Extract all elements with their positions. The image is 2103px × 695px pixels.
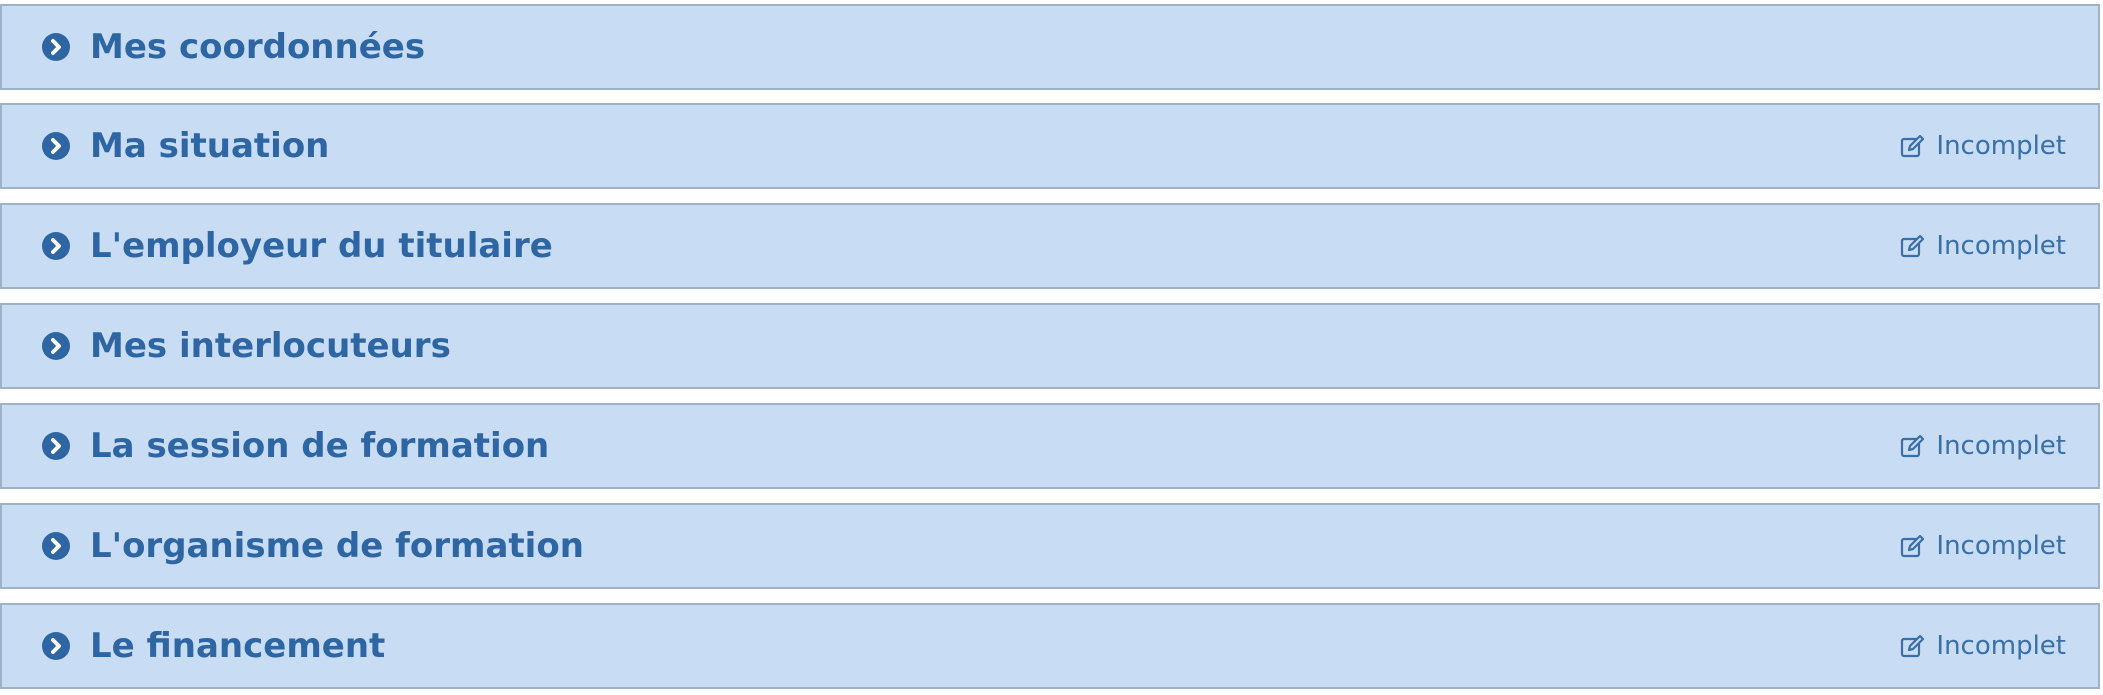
section-title: Ma situation xyxy=(90,126,330,166)
section-ma-situation[interactable]: Ma situation Incomplet xyxy=(0,103,2100,189)
chevron-right-circle-icon xyxy=(42,632,70,660)
chevron-right-circle-icon xyxy=(42,532,70,560)
section-organisme-formation[interactable]: L'organisme de formation Incomplet xyxy=(0,503,2100,589)
status-label: Incomplet xyxy=(1936,231,2066,261)
chevron-right-circle-icon xyxy=(42,33,70,61)
section-title: Mes coordonnées xyxy=(90,27,426,67)
status-label: Incomplet xyxy=(1936,531,2066,561)
section-title: L'organisme de formation xyxy=(90,526,584,566)
status-incomplete-link[interactable]: Incomplet xyxy=(1900,605,2066,687)
section-mes-interlocuteurs[interactable]: Mes interlocuteurs xyxy=(0,303,2100,389)
edit-icon xyxy=(1901,534,1925,558)
status-incomplete-link[interactable]: Incomplet xyxy=(1900,105,2066,187)
status-label: Incomplet xyxy=(1936,631,2066,661)
edit-icon xyxy=(1901,234,1925,258)
status-label: Incomplet xyxy=(1936,431,2066,461)
chevron-right-circle-icon xyxy=(42,132,70,160)
status-incomplete-link[interactable]: Incomplet xyxy=(1900,505,2066,587)
form-sections-accordion: Mes coordonnées Ma situation Incomplet L… xyxy=(0,0,2103,695)
edit-icon xyxy=(1901,634,1925,658)
status-label: Incomplet xyxy=(1936,131,2066,161)
section-title: L'employeur du titulaire xyxy=(90,226,553,266)
section-employeur-titulaire[interactable]: L'employeur du titulaire Incomplet xyxy=(0,203,2100,289)
section-session-formation[interactable]: La session de formation Incomplet xyxy=(0,403,2100,489)
chevron-right-circle-icon xyxy=(42,432,70,460)
section-title: Mes interlocuteurs xyxy=(90,326,451,366)
section-mes-coordonnees[interactable]: Mes coordonnées xyxy=(0,4,2100,90)
chevron-right-circle-icon xyxy=(42,332,70,360)
section-title: Le financement xyxy=(90,626,386,666)
edit-icon xyxy=(1901,434,1925,458)
status-incomplete-link[interactable]: Incomplet xyxy=(1900,205,2066,287)
section-financement[interactable]: Le financement Incomplet xyxy=(0,603,2100,689)
chevron-right-circle-icon xyxy=(42,232,70,260)
section-title: La session de formation xyxy=(90,426,550,466)
edit-icon xyxy=(1901,134,1925,158)
status-incomplete-link[interactable]: Incomplet xyxy=(1900,405,2066,487)
